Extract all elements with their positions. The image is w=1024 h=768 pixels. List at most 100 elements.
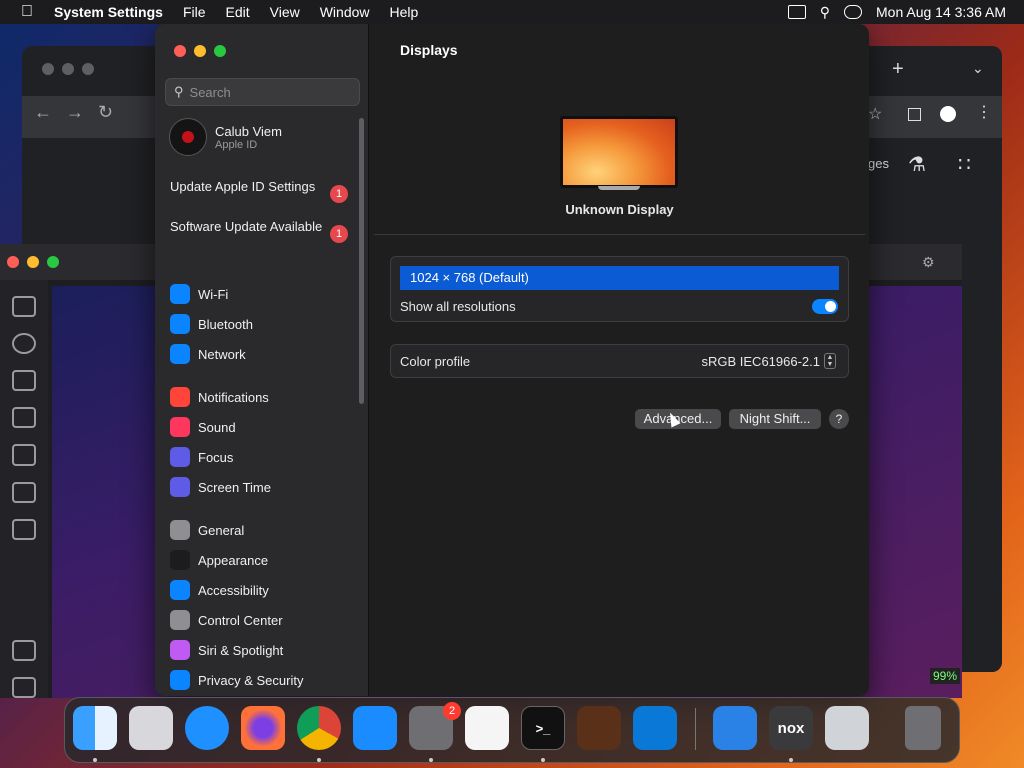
display-thumbnail[interactable] — [560, 116, 678, 188]
sidebar-item-wi-fi[interactable]: Wi-Fi — [170, 282, 228, 306]
keyboard-icon[interactable] — [12, 296, 36, 318]
chrome-close-button[interactable] — [42, 63, 54, 75]
location-icon[interactable] — [12, 333, 36, 355]
color-profile-value: sRGB IEC61966-2.1 — [701, 353, 820, 369]
emu-close-button[interactable] — [7, 256, 19, 268]
sidebar-item-bluetooth[interactable]: Bluetooth — [170, 312, 253, 336]
trash-icon[interactable] — [905, 706, 941, 750]
record-icon[interactable] — [12, 518, 36, 540]
dock-divider — [695, 708, 696, 750]
terminal-icon[interactable]: >_ — [521, 706, 565, 750]
forward-icon[interactable]: → — [66, 102, 84, 123]
sidebar-item-accessibility[interactable]: Accessibility — [170, 578, 269, 602]
spotlight-icon[interactable]: ⚲ — [820, 4, 830, 21]
resolution-option-selected[interactable]: 1024 × 768 (Default) — [400, 266, 839, 290]
profile-icon[interactable] — [940, 106, 956, 122]
sidebar-item-sound[interactable]: Sound — [170, 415, 236, 439]
labs-flask-icon[interactable]: ⚗ — [908, 152, 926, 177]
sidebar-item-label: Focus — [198, 449, 234, 465]
running-indicator — [789, 758, 793, 762]
appearance-icon — [170, 550, 190, 570]
sidebar-item-privacy-security[interactable]: Privacy & Security — [170, 668, 303, 692]
reload-icon[interactable]: ↻ — [98, 102, 113, 123]
search-input[interactable]: ⚲ Search — [165, 78, 360, 106]
sidebar-item-notifications[interactable]: Notifications — [170, 385, 269, 409]
launchpad-icon[interactable] — [129, 706, 173, 750]
menu-view[interactable]: View — [260, 4, 310, 20]
emu-battery-text: 99% — [930, 668, 961, 684]
color-profile-select[interactable]: sRGB IEC61966-2.1 ▲ ▼ — [701, 353, 836, 369]
sidebar-item-appearance[interactable]: Appearance — [170, 548, 268, 572]
vscode-icon[interactable] — [633, 706, 677, 750]
hourglass-icon — [170, 477, 190, 497]
menu-edit[interactable]: Edit — [216, 4, 260, 20]
firefox-icon[interactable] — [241, 706, 285, 750]
emu-minimize-button[interactable] — [27, 256, 39, 268]
nox-icon[interactable]: nox — [769, 706, 813, 750]
weather-icon[interactable] — [713, 706, 757, 750]
control-center-icon[interactable] — [844, 5, 863, 19]
sidebar-item-screen-time[interactable]: Screen Time — [170, 475, 271, 499]
sidebar-item-label: General — [198, 522, 245, 538]
display-stand — [598, 186, 640, 190]
chrome-minimize-button[interactable] — [62, 63, 74, 75]
show-all-resolutions-label: Show all resolutions — [400, 299, 516, 314]
displays-pane: Displays Unknown Display 1024 × 768 (Def… — [370, 24, 869, 696]
sidebar-item-general[interactable]: General — [170, 518, 244, 542]
chrome-menu-icon[interactable]: ⋮ — [976, 102, 992, 122]
chrome-zoom-button[interactable] — [82, 63, 94, 75]
screen-mirroring-icon[interactable] — [787, 5, 806, 19]
new-tab-icon[interactable]: + — [892, 58, 904, 81]
safari-icon[interactable] — [185, 706, 229, 750]
sidebar-item-siri-spotlight[interactable]: Siri & Spotlight — [170, 638, 283, 662]
app-store-icon[interactable] — [353, 706, 397, 750]
resolution-panel: 1024 × 768 (Default) Show all resolution… — [390, 256, 849, 322]
notification-badge: 1 — [330, 225, 348, 243]
apps-grid-icon[interactable]: ∷ — [958, 152, 971, 177]
show-all-resolutions-toggle[interactable] — [812, 299, 838, 314]
sidebar-item-focus[interactable]: Focus — [170, 445, 233, 469]
sidebar-scrollbar[interactable] — [359, 118, 364, 404]
emu-zoom-button[interactable] — [47, 256, 59, 268]
accessibility-icon — [170, 580, 190, 600]
apple-menu-icon[interactable]:  — [0, 3, 54, 21]
apple-id-account[interactable]: Calub Viem Apple ID — [169, 118, 282, 156]
home-nav-icon[interactable] — [12, 676, 36, 698]
garageband-icon[interactable] — [577, 706, 621, 750]
emu-settings-icon[interactable]: ⚙ — [922, 254, 935, 271]
tab-search-chevron-icon[interactable]: ⌄ — [972, 60, 984, 77]
night-shift-button[interactable]: Night Shift... — [729, 409, 821, 429]
sidebar-item-network[interactable]: Network — [170, 342, 246, 366]
zoom-button[interactable] — [214, 45, 226, 57]
menu-app-name[interactable]: System Settings — [54, 4, 173, 20]
menu-file[interactable]: File — [173, 4, 216, 20]
color-profile-panel: Color profile sRGB IEC61966-2.1 ▲ ▼ — [390, 344, 849, 378]
chrome-icon[interactable] — [297, 706, 341, 750]
side-panel-icon[interactable] — [908, 108, 921, 121]
mute-icon[interactable] — [12, 444, 36, 466]
back-nav-icon[interactable] — [12, 639, 36, 661]
notification-badge: 1 — [330, 185, 348, 203]
menu-window[interactable]: Window — [310, 4, 380, 20]
preview-icon[interactable] — [825, 706, 869, 750]
volume-up-icon[interactable] — [12, 370, 36, 392]
back-icon[interactable]: ← — [34, 102, 52, 123]
screenshot-icon[interactable] — [12, 481, 36, 503]
help-button[interactable]: ? — [829, 409, 849, 429]
volume-down-icon[interactable] — [12, 407, 36, 429]
close-button[interactable] — [174, 45, 186, 57]
sidebar-item-label: Screen Time — [198, 479, 271, 495]
sidebar-item-control-center[interactable]: Control Center — [170, 608, 283, 632]
finder-icon[interactable] — [73, 706, 117, 750]
update-apple-id-item[interactable]: Update Apple ID Settings 1 — [170, 179, 348, 203]
minimize-button[interactable] — [194, 45, 206, 57]
textedit-icon[interactable] — [465, 706, 509, 750]
sidebar-item-label: Sound — [198, 419, 236, 435]
software-update-item[interactable]: Software Update Available 1 — [170, 219, 348, 243]
sidebar-item-label: Notifications — [198, 389, 269, 405]
bookmark-star-icon[interactable]: ☆ — [868, 104, 882, 124]
search-icon: ⚲ — [174, 84, 184, 99]
user-name: Calub Viem — [215, 123, 282, 139]
menu-datetime[interactable]: Mon Aug 14 3:36 AM — [876, 4, 1006, 20]
menu-help[interactable]: Help — [380, 4, 429, 20]
